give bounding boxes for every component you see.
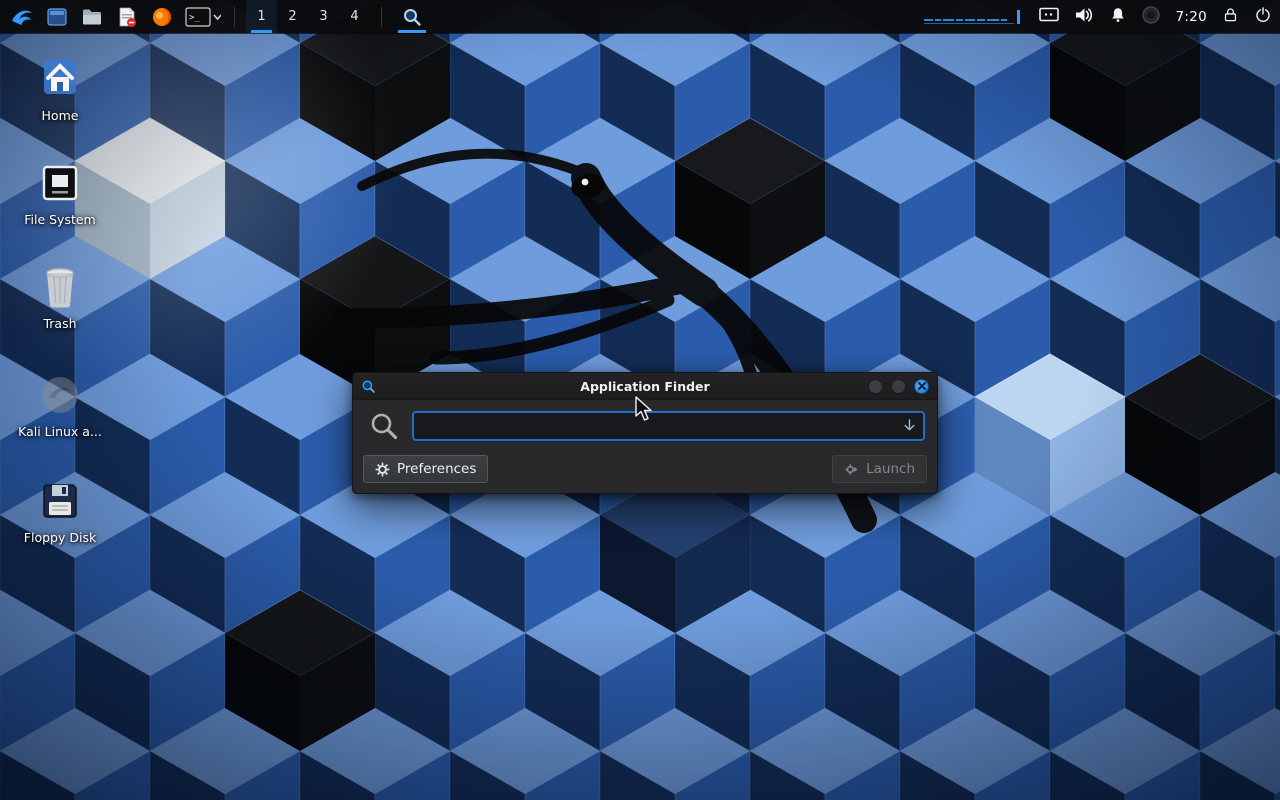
document-icon	[116, 6, 138, 28]
panel-separator	[381, 7, 382, 27]
minimize-button[interactable]	[868, 379, 883, 394]
lock-screen-tray-icon[interactable]	[1222, 6, 1239, 28]
window-title: Application Finder	[353, 379, 937, 394]
desktop-icon-trash[interactable]: Trash	[10, 264, 110, 331]
speaker-icon	[1074, 6, 1094, 24]
desktop-icon-label: Floppy Disk	[10, 530, 110, 545]
maximize-button[interactable]	[891, 379, 906, 394]
workspace-2[interactable]: 2	[277, 0, 308, 33]
magnifier-icon	[402, 7, 422, 27]
panel-separator	[234, 7, 235, 27]
floppy-icon	[39, 480, 81, 522]
desktop-icon-label: Trash	[10, 316, 110, 331]
status-circle-icon	[1142, 6, 1160, 24]
status-circle-tray-icon[interactable]	[1142, 6, 1160, 28]
search-input[interactable]	[412, 411, 925, 441]
folder-icon	[81, 6, 103, 28]
desktop-icon-label: Kali Linux a...	[10, 424, 110, 439]
top-panel: >_ 1 2 3 4	[0, 0, 1280, 33]
kali-menu-button[interactable]	[8, 3, 36, 31]
volume-tray-icon[interactable]	[1074, 6, 1094, 28]
terminal-launcher[interactable]: >_	[183, 3, 223, 31]
app-window-launcher[interactable]	[43, 3, 71, 31]
trash-can-icon	[40, 265, 80, 309]
workspace-3[interactable]: 3	[308, 0, 339, 33]
desktop-icon-file-system[interactable]: File System	[10, 160, 110, 227]
kali-dragon-icon	[10, 5, 34, 29]
panel-status-text	[924, 10, 1020, 24]
faded-circle-icon	[39, 374, 81, 416]
workspace-4[interactable]: 4	[339, 0, 370, 33]
desktop-icon-label: Home	[10, 108, 110, 123]
firefox-icon	[151, 6, 173, 28]
drive-icon	[39, 162, 81, 204]
application-finder-window: Application Finder	[352, 372, 938, 494]
file-manager-launcher[interactable]	[78, 3, 106, 31]
taskbar-application-finder[interactable]	[393, 0, 431, 33]
lock-icon	[1222, 6, 1239, 24]
clock[interactable]: 7:20	[1175, 9, 1207, 25]
logout-tray-icon[interactable]	[1254, 6, 1272, 28]
close-button[interactable]	[914, 379, 929, 394]
notifications-tray-icon[interactable]	[1109, 6, 1127, 28]
firefox-launcher[interactable]	[148, 3, 176, 31]
desktop-icon-home[interactable]: Home	[10, 56, 110, 123]
panel-tray: 7:20	[924, 6, 1272, 28]
dropdown-caret-icon	[214, 15, 221, 19]
preferences-button[interactable]: Preferences	[363, 455, 488, 483]
blue-window-icon	[46, 6, 68, 28]
status-cursor-bar	[1017, 10, 1020, 24]
desktop-icon-floppy-disk[interactable]: Floppy Disk	[10, 478, 110, 545]
preferences-label: Preferences	[397, 461, 476, 477]
workspace-switcher: 1 2 3 4	[246, 0, 370, 33]
launch-label: Launch	[866, 461, 915, 477]
power-icon	[1254, 6, 1272, 24]
desktop-icon-kali-docs[interactable]: Kali Linux a...	[10, 372, 110, 439]
text-editor-launcher[interactable]	[113, 3, 141, 31]
gear-icon	[375, 462, 390, 477]
search-glyph-icon	[369, 411, 399, 441]
launch-button[interactable]: Launch	[832, 455, 927, 483]
close-icon	[918, 382, 926, 390]
screen-icon	[1039, 7, 1059, 23]
app-finder-title-icon	[361, 379, 376, 394]
terminal-icon: >_	[185, 6, 221, 28]
launch-icon	[844, 462, 859, 477]
house-icon	[38, 58, 82, 100]
titlebar[interactable]: Application Finder	[353, 373, 937, 400]
bell-icon	[1109, 6, 1127, 24]
desktop-icon-label: File System	[10, 212, 110, 227]
svg-text:>_: >_	[189, 13, 200, 23]
screenshot-tool-tray-icon[interactable]	[1039, 7, 1059, 27]
workspace-1[interactable]: 1	[246, 0, 277, 33]
